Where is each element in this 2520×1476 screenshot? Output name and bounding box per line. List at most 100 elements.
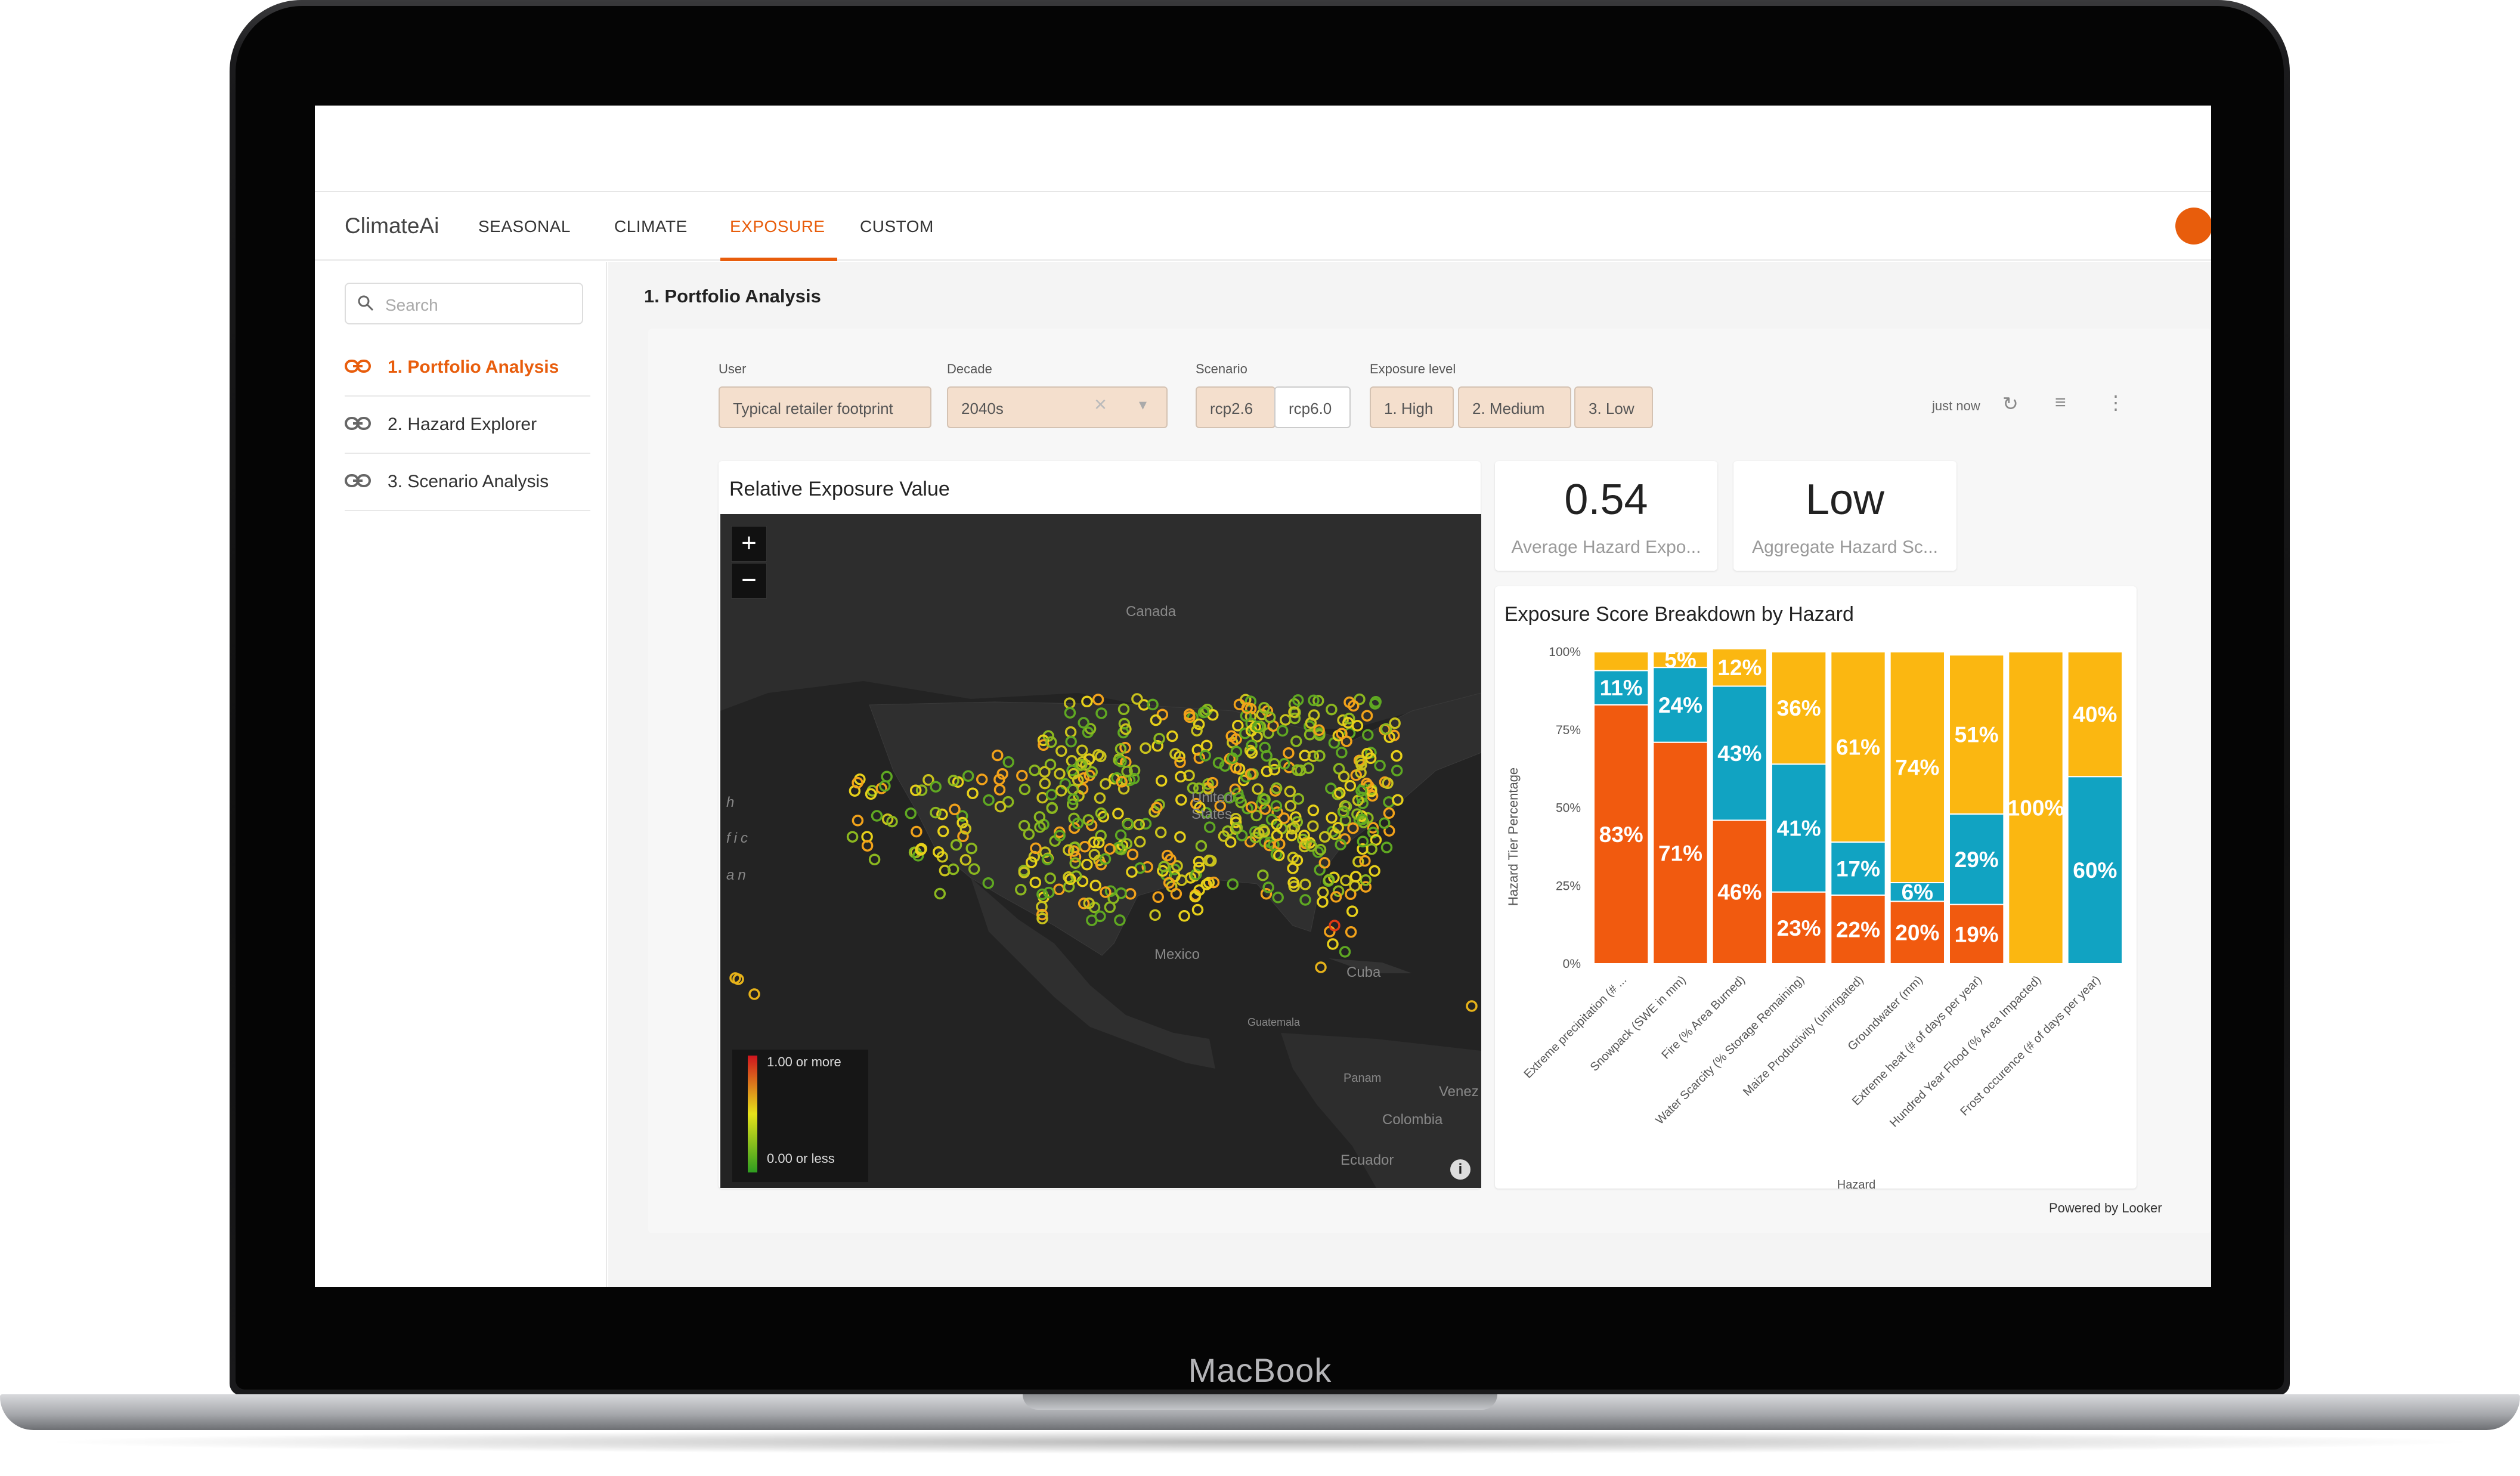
exposure-map[interactable]: + − Canada United States Mexico Cuba Gua…	[720, 514, 1481, 1188]
link-icon	[345, 360, 371, 373]
sidebar-item-hazard-explorer[interactable]: 2. Hazard Explorer	[345, 397, 590, 454]
powered-by-looker: Powered by Looker	[2049, 1200, 2162, 1215]
filter-decade-label: Decade	[947, 361, 992, 376]
stacked-bar-chart: Hazard Tier Percentage 0% 25% 50% 75% 100% 8…	[1506, 645, 2123, 1189]
y-tick-label: 0%	[1563, 957, 1581, 971]
map-label-guatemala: Guatemala	[1247, 1016, 1301, 1028]
sidebar-item-scenario-analysis[interactable]: 3. Scenario Analysis	[345, 454, 590, 511]
filter-user-select[interactable]: Typical retailer footprint	[719, 386, 931, 428]
kpi-card-average-exposure[interactable]: 0.54 Average Hazard Expo...	[1495, 461, 1717, 571]
sidebar-item-portfolio-analysis[interactable]: 1. Portfolio Analysis	[345, 339, 590, 397]
map-label-venezuela: Venez	[1439, 1084, 1479, 1100]
bar-value-label: 24%	[1658, 693, 1702, 717]
x-tick-label: Extreme heat (# of days per year)	[1850, 973, 1985, 1108]
bar-value-label: 36%	[1777, 696, 1821, 720]
site-marker	[1345, 926, 1357, 938]
tab-climate[interactable]: CLIMATE	[614, 217, 688, 236]
bar-value-label: 41%	[1777, 816, 1821, 840]
laptop-shadow	[36, 1430, 2484, 1454]
x-tick-label: Extreme precipitation (# ...	[1522, 973, 1630, 1081]
site-marker	[905, 807, 917, 819]
site-marker	[868, 853, 881, 865]
sidebar-item-label: 3. Scenario Analysis	[388, 472, 549, 491]
bar-value-label: 22%	[1836, 917, 1880, 942]
site-marker	[1379, 817, 1391, 829]
y-tick-label: 75%	[1556, 723, 1581, 737]
more-vert-icon[interactable]: ⋮	[2106, 391, 2125, 414]
active-tab-indicator	[720, 258, 837, 261]
legend-max-label: 1.00 or more	[767, 1054, 841, 1069]
map-label-colombia: Colombia	[1382, 1112, 1443, 1128]
scenario-option-rcp60[interactable]: rcp6.0	[1274, 386, 1351, 428]
y-tick-label: 50%	[1556, 802, 1581, 815]
top-nav: ClimateAi SEASONAL CLIMATE EXPOSURE CUST…	[315, 191, 2211, 261]
device-label: MacBook	[1188, 1351, 1332, 1389]
zoom-in-button[interactable]: +	[731, 526, 767, 562]
sidebar: Search 1. Portfolio Analysis 2. Hazard E…	[315, 262, 607, 1287]
search-input[interactable]: Search	[345, 283, 583, 324]
site-marker	[1360, 874, 1372, 886]
site-marker	[1466, 1000, 1478, 1012]
filter-icon[interactable]: ≡	[2055, 391, 2066, 413]
link-icon	[345, 417, 371, 430]
x-tick-label: Snowpack (SWE in mm)	[1588, 973, 1689, 1074]
bar-value-label: 23%	[1777, 916, 1821, 940]
site-marker	[748, 988, 760, 1000]
bar-value-label: 74%	[1895, 756, 1939, 780]
x-axis-title: Hazard	[1837, 1178, 1875, 1189]
site-marker	[1349, 880, 1361, 892]
tab-custom[interactable]: CUSTOM	[860, 217, 934, 236]
y-tick-label: 100%	[1549, 645, 1581, 659]
kpi-card-aggregate-score[interactable]: Low Aggregate Hazard Sc...	[1733, 461, 1956, 571]
site-marker	[934, 887, 946, 900]
map-label-cuba: Cuba	[1346, 964, 1381, 980]
site-marker	[1178, 910, 1190, 922]
legend-gradient	[748, 1056, 757, 1172]
kpi-value: Low	[1805, 476, 1885, 524]
tab-seasonal[interactable]: SEASONAL	[478, 217, 571, 236]
site-marker	[1317, 886, 1329, 899]
refresh-icon[interactable]: ↻	[2002, 392, 2019, 415]
scenario-option-rcp26[interactable]: rcp2.6	[1196, 386, 1276, 428]
x-tick-label: Maize Productivity (unirrigated)	[1741, 973, 1866, 1099]
bar-value-label: 17%	[1836, 856, 1880, 881]
exposure-option-low[interactable]: 3. Low	[1574, 386, 1653, 428]
site-marker	[1170, 888, 1182, 900]
kpi-value: 0.54	[1564, 476, 1648, 524]
bar-value-label: 40%	[2073, 703, 2117, 727]
filter-scenario-label: Scenario	[1196, 361, 1247, 376]
bar-segment	[1593, 651, 1649, 672]
chevron-down-icon[interactable]: ▾	[1139, 395, 1147, 414]
info-icon[interactable]: i	[1450, 1159, 1470, 1180]
bar-value-label: 5%	[1664, 648, 1696, 672]
zoom-out-button[interactable]: −	[731, 563, 767, 599]
bar-value-label: 19%	[1955, 922, 1999, 946]
exposure-option-high[interactable]: 1. High	[1370, 386, 1454, 428]
brand-logo[interactable]: ClimateAi	[345, 213, 439, 239]
bar-value-label: 100%	[2008, 796, 2064, 821]
map-label-ocean-2: fic	[726, 830, 751, 846]
clear-icon[interactable]: ×	[1094, 392, 1107, 417]
exposure-option-medium[interactable]: 2. Medium	[1458, 386, 1571, 428]
bar-value-label: 46%	[1717, 880, 1761, 905]
bar-value-label: 83%	[1599, 822, 1643, 847]
last-updated-status: just now	[1932, 398, 1980, 413]
site-marker	[1152, 891, 1164, 903]
site-marker	[1315, 961, 1327, 973]
map-label-ocean-3: an	[726, 867, 750, 883]
map-legend: 1.00 or more 0.00 or less	[732, 1050, 868, 1182]
filter-decade-select[interactable]: 2040s	[947, 386, 1168, 428]
link-icon	[345, 474, 371, 487]
bar-value-label: 20%	[1895, 921, 1939, 945]
bar-value-label: 60%	[2073, 858, 2117, 883]
site-marker	[852, 815, 864, 827]
site-marker	[1191, 903, 1204, 916]
site-marker	[1369, 865, 1380, 877]
legend-min-label: 0.00 or less	[767, 1151, 835, 1166]
laptop-notch	[1023, 1394, 1497, 1410]
bar-value-label: 61%	[1836, 735, 1880, 760]
avatar[interactable]	[2175, 208, 2211, 245]
tab-exposure[interactable]: EXPOSURE	[730, 217, 825, 236]
filter-user-label: User	[719, 361, 747, 376]
search-placeholder: Search	[385, 296, 438, 314]
